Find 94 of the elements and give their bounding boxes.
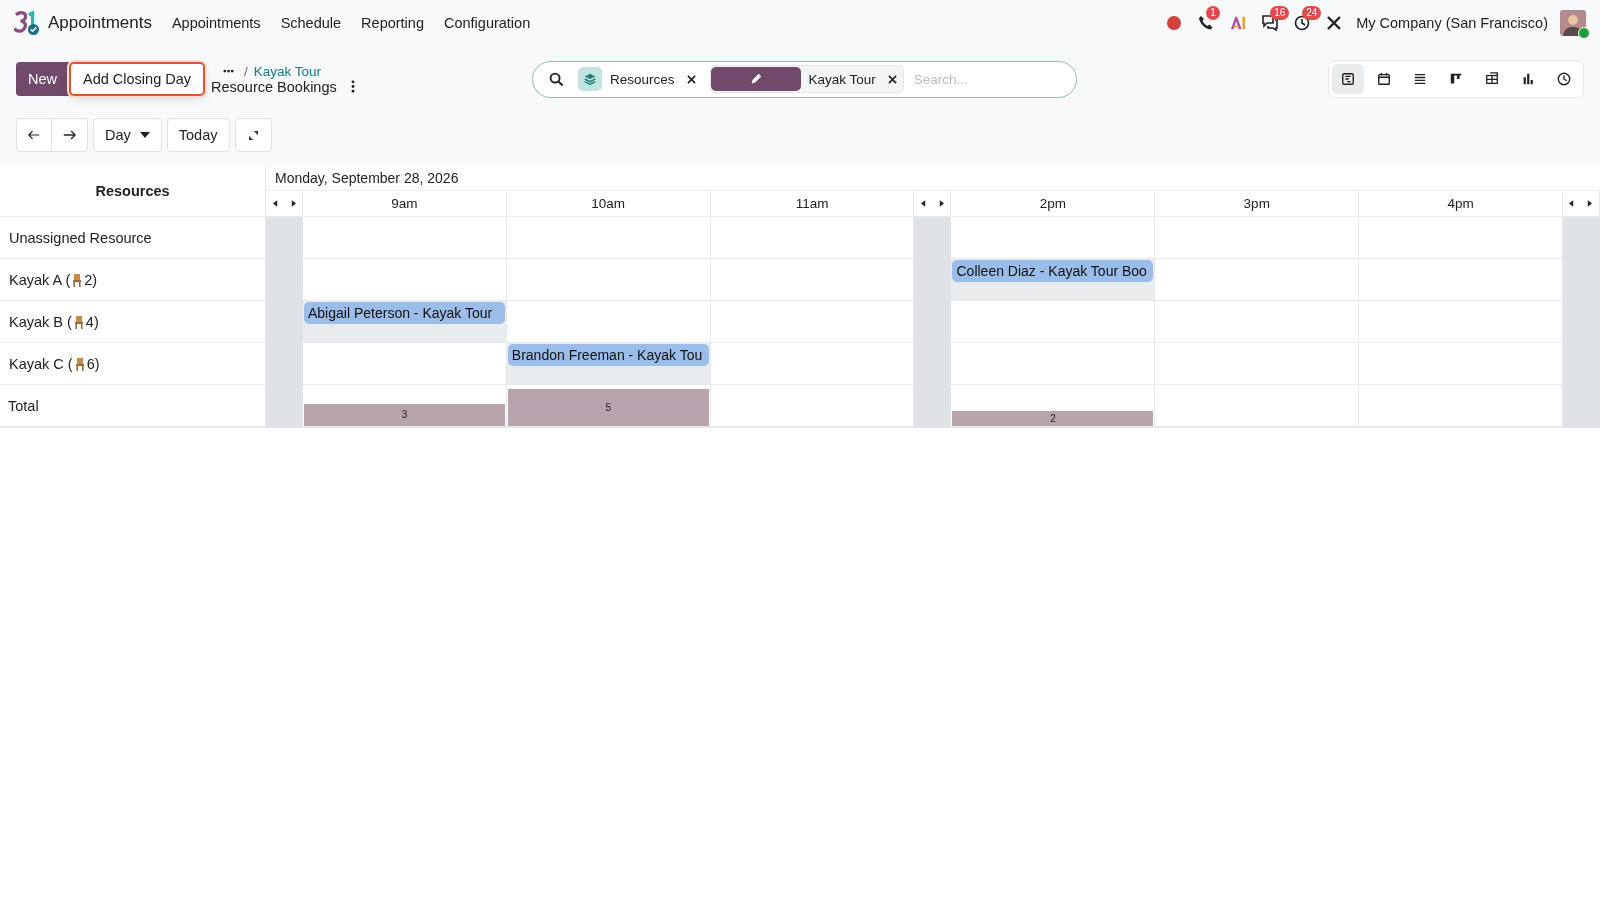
ai-icon[interactable] (1230, 15, 1247, 31)
grid-cell[interactable] (1155, 259, 1360, 301)
kanban-view-icon (1449, 72, 1463, 86)
left-arrow-icon[interactable] (921, 200, 926, 207)
breadcrumb-separator: / (244, 63, 248, 79)
grid-cell[interactable] (1359, 343, 1563, 385)
facet-label: Resources (610, 71, 675, 87)
gantt-view-icon (1341, 72, 1355, 86)
total-value: 2 (1050, 413, 1056, 425)
count-badge: 24 (1302, 6, 1322, 20)
more-breadcrumbs-icon[interactable] (223, 69, 234, 73)
chair-icon (71, 272, 84, 287)
calendar-view-icon (1377, 72, 1391, 86)
left-arrow-icon[interactable] (1569, 200, 1575, 207)
chat-icon[interactable] (1262, 15, 1279, 31)
resource-name: Unassigned Resource (9, 229, 152, 246)
right-arrow-icon[interactable] (1587, 200, 1593, 207)
resource-name: Kayak B ( (9, 313, 72, 330)
count-badge: 1 (1206, 6, 1220, 20)
add-closing-day-button[interactable]: Add Closing Day (69, 62, 205, 96)
grid-cell[interactable] (1155, 301, 1360, 343)
right-arrow-icon (63, 129, 76, 141)
grid-cell[interactable] (303, 217, 507, 259)
grid-cell[interactable] (951, 301, 1156, 343)
left-arrow-icon[interactable] (272, 200, 278, 207)
total-value: 5 (605, 402, 611, 414)
right-arrow-icon[interactable] (939, 200, 944, 207)
hour-header: 2pm (951, 191, 1156, 217)
next-button[interactable] (52, 118, 88, 152)
grid-cell[interactable] (1155, 217, 1360, 259)
more-options-icon[interactable] (350, 80, 355, 93)
tools-icon[interactable] (1326, 15, 1343, 31)
remove-facet-icon[interactable] (686, 74, 696, 84)
page-title: Resource Bookings (211, 78, 337, 95)
phone-icon[interactable] (1198, 15, 1215, 31)
resource-capacity: 4) (85, 313, 99, 330)
caret-icon (139, 132, 150, 138)
period-dropdown[interactable]: Day (93, 118, 162, 152)
view-button[interactable] (1332, 64, 1364, 94)
resource-capacity: 6) (86, 355, 100, 372)
hour-header: 4pm (1359, 191, 1563, 217)
total-label: Total (8, 397, 39, 414)
booking-pill[interactable]: Brandon Freeman - Kayak Tou (507, 344, 709, 366)
grid-cell[interactable] (1359, 301, 1563, 343)
menu-item[interactable]: Schedule (270, 9, 352, 37)
search-icon (549, 71, 564, 87)
menu-item[interactable]: Configuration (433, 9, 541, 37)
app-name[interactable]: Appointments (48, 13, 152, 33)
grid-cell[interactable] (951, 343, 1156, 385)
breadcrumb-link[interactable]: Kayak Tour (253, 63, 322, 79)
grid-cell[interactable] (1155, 343, 1360, 385)
grid-cell[interactable] (1359, 259, 1563, 301)
company-switcher[interactable]: My Company (San Francisco) (1356, 15, 1548, 31)
facet-label: Kayak Tour (808, 71, 876, 87)
total-value: 3 (401, 409, 408, 421)
clock-icon[interactable] (1294, 15, 1311, 31)
grid-cell[interactable] (506, 217, 711, 259)
grid-cell[interactable] (303, 343, 507, 385)
left-arrow-icon (28, 129, 40, 141)
hour-header: 11am (710, 191, 915, 217)
new-button[interactable]: New (16, 62, 69, 96)
booking-pill[interactable]: Abigail Peterson - Kayak Tour (304, 302, 505, 324)
expand-icon (247, 129, 259, 141)
booking-pill[interactable]: Colleen Diaz - Kayak Tour Boo (952, 260, 1154, 282)
list-view-icon (1413, 72, 1427, 86)
today-button[interactable]: Today (166, 118, 230, 152)
pencil-icon (710, 67, 801, 91)
resource-capacity: 2) (84, 271, 98, 288)
menu-item[interactable]: Appointments (161, 9, 271, 37)
record-icon[interactable] (1166, 15, 1183, 31)
user-avatar[interactable] (1560, 10, 1586, 36)
activity-view-icon (1557, 72, 1571, 86)
search-input[interactable]: Search... (911, 70, 1062, 88)
remove-facet-icon[interactable] (887, 74, 897, 84)
grid-cell[interactable] (506, 259, 711, 301)
hour-header: 3pm (1155, 191, 1360, 217)
app-logo-icon[interactable] (14, 11, 40, 35)
chair-icon (72, 314, 85, 329)
hour-header: 9am (303, 191, 507, 217)
count-badge: 16 (1270, 6, 1290, 20)
column-header: Resources (0, 166, 266, 217)
resource-name: Kayak A ( (9, 271, 71, 288)
graph-view-icon (1521, 72, 1535, 86)
hour-header: 10am (506, 191, 711, 217)
grid-cell[interactable] (1359, 217, 1563, 259)
menu-item[interactable]: Reporting (351, 9, 434, 37)
search-bar[interactable]: Resources Kayak Tour Search... (532, 60, 1077, 98)
pivot-view-icon (1485, 72, 1499, 86)
previous-button[interactable] (16, 118, 52, 152)
chair-icon (73, 356, 86, 371)
layers-icon (578, 67, 602, 91)
resource-name: Kayak C ( (9, 355, 73, 372)
date-header: Monday, September 28, 2026 (266, 166, 1600, 191)
right-arrow-icon[interactable] (290, 200, 296, 207)
